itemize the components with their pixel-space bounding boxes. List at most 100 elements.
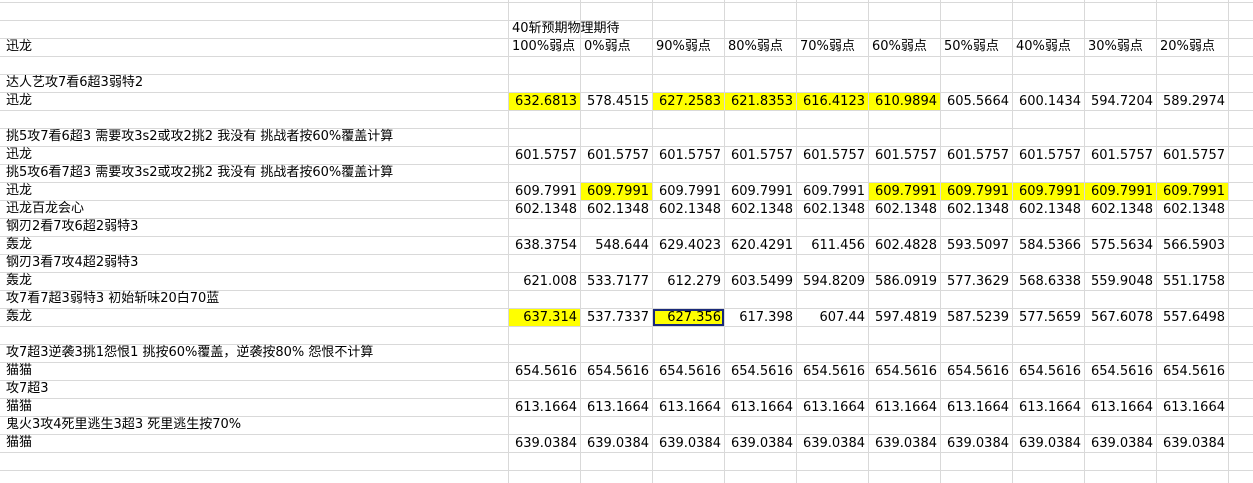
value-cell[interactable]: 612.279 bbox=[653, 273, 724, 290]
value-cell[interactable]: 548.644 bbox=[581, 237, 652, 254]
value-cell[interactable]: 597.4819 bbox=[869, 309, 940, 326]
value-cell[interactable]: 566.5903 bbox=[1157, 237, 1228, 254]
column-header[interactable]: 40%弱点 bbox=[1012, 38, 1084, 56]
row-label[interactable]: 猫猫 bbox=[6, 362, 32, 380]
row-label[interactable]: 迅龙 bbox=[6, 182, 32, 200]
column-header[interactable]: 50%弱点 bbox=[940, 38, 1012, 56]
value-cell[interactable]: 577.3629 bbox=[941, 273, 1012, 290]
value-cell[interactable]: 639.0384 bbox=[941, 435, 1012, 452]
value-cell[interactable]: 611.456 bbox=[797, 237, 868, 254]
value-cell[interactable]: 613.1664 bbox=[653, 399, 724, 416]
value-cell[interactable]: 613.1664 bbox=[941, 399, 1012, 416]
value-cell[interactable]: 613.1664 bbox=[509, 399, 580, 416]
value-cell[interactable]: 586.0919 bbox=[869, 273, 940, 290]
row-label[interactable]: 攻7看7超3弱特3 初始斩味20白70蓝 bbox=[6, 290, 219, 308]
value-cell[interactable]: 613.1664 bbox=[1013, 399, 1084, 416]
value-cell[interactable]: 602.1348 bbox=[941, 201, 1012, 218]
column-header[interactable]: 60%弱点 bbox=[868, 38, 940, 56]
value-cell[interactable]: 607.44 bbox=[797, 309, 868, 326]
column-header[interactable]: 100%弱点 bbox=[508, 38, 580, 56]
value-cell[interactable]: 594.7204 bbox=[1085, 93, 1156, 110]
column-header[interactable]: 30%弱点 bbox=[1084, 38, 1156, 56]
row-label[interactable]: 鬼火3攻4死里逃生3超3 死里逃生按70% bbox=[6, 416, 241, 434]
value-cell[interactable]: 602.1348 bbox=[653, 201, 724, 218]
column-header[interactable]: 0%弱点 bbox=[580, 38, 652, 56]
value-cell[interactable]: 568.6338 bbox=[1013, 273, 1084, 290]
value-cell[interactable]: 601.5757 bbox=[725, 147, 796, 164]
value-cell[interactable]: 638.3754 bbox=[509, 237, 580, 254]
row-label[interactable]: 轰龙 bbox=[6, 236, 32, 254]
value-cell[interactable]: 654.5616 bbox=[509, 363, 580, 380]
row-label[interactable]: 攻7超3 bbox=[6, 380, 49, 398]
value-cell[interactable]: 639.0384 bbox=[581, 435, 652, 452]
value-cell[interactable]: 601.5757 bbox=[869, 147, 940, 164]
value-cell[interactable]: 602.1348 bbox=[1085, 201, 1156, 218]
value-cell[interactable]: 551.1758 bbox=[1157, 273, 1228, 290]
value-cell[interactable]: 654.5616 bbox=[797, 363, 868, 380]
selected-cell[interactable]: 627.356 bbox=[653, 309, 724, 326]
value-cell[interactable]: 613.1664 bbox=[1157, 399, 1228, 416]
value-cell[interactable]: 632.6813 bbox=[509, 93, 580, 110]
value-cell[interactable]: 609.7991 bbox=[869, 183, 940, 200]
value-cell[interactable]: 601.5757 bbox=[941, 147, 1012, 164]
value-cell[interactable]: 609.7991 bbox=[581, 183, 652, 200]
value-cell[interactable]: 601.5757 bbox=[581, 147, 652, 164]
table-title[interactable]: 40斩预期物理期待 bbox=[508, 20, 708, 38]
row-label[interactable]: 猫猫 bbox=[6, 434, 32, 452]
value-cell[interactable]: 609.7991 bbox=[941, 183, 1012, 200]
value-cell[interactable]: 639.0384 bbox=[1157, 435, 1228, 452]
value-cell[interactable]: 654.5616 bbox=[653, 363, 724, 380]
value-cell[interactable]: 639.0384 bbox=[725, 435, 796, 452]
column-header[interactable]: 70%弱点 bbox=[796, 38, 868, 56]
value-cell[interactable]: 609.7991 bbox=[509, 183, 580, 200]
row-label[interactable]: 钢刃2看7攻6超2弱特3 bbox=[6, 218, 138, 236]
value-cell[interactable]: 629.4023 bbox=[653, 237, 724, 254]
column-header[interactable]: 80%弱点 bbox=[724, 38, 796, 56]
value-cell[interactable]: 609.7991 bbox=[1157, 183, 1228, 200]
value-cell[interactable]: 594.8209 bbox=[797, 273, 868, 290]
value-cell[interactable]: 602.1348 bbox=[1013, 201, 1084, 218]
value-cell[interactable]: 589.2974 bbox=[1157, 93, 1228, 110]
value-cell[interactable]: 537.7337 bbox=[581, 309, 652, 326]
value-cell[interactable]: 602.1348 bbox=[509, 201, 580, 218]
value-cell[interactable]: 602.1348 bbox=[797, 201, 868, 218]
row-label[interactable]: 攻7超3逆袭3挑1怨恨1 挑按60%覆盖，逆袭按80% 怨恨不计算 bbox=[6, 344, 373, 362]
value-cell[interactable]: 602.1348 bbox=[581, 201, 652, 218]
value-cell[interactable]: 613.1664 bbox=[725, 399, 796, 416]
value-cell[interactable]: 627.2583 bbox=[653, 93, 724, 110]
value-cell[interactable]: 620.4291 bbox=[725, 237, 796, 254]
value-cell[interactable]: 575.5634 bbox=[1085, 237, 1156, 254]
value-cell[interactable]: 533.7177 bbox=[581, 273, 652, 290]
value-cell[interactable]: 601.5757 bbox=[797, 147, 868, 164]
value-cell[interactable]: 609.7991 bbox=[1085, 183, 1156, 200]
column-header[interactable]: 90%弱点 bbox=[652, 38, 724, 56]
value-cell[interactable]: 577.5659 bbox=[1013, 309, 1084, 326]
row-label[interactable]: 钢刃3看7攻4超2弱特3 bbox=[6, 254, 138, 272]
value-cell[interactable]: 639.0384 bbox=[1013, 435, 1084, 452]
row-label[interactable]: 挑5攻7看6超3 需要攻3s2或攻2挑2 我没有 挑战者按60%覆盖计算 bbox=[6, 128, 393, 146]
value-cell[interactable]: 593.5097 bbox=[941, 237, 1012, 254]
value-cell[interactable]: 567.6078 bbox=[1085, 309, 1156, 326]
value-cell[interactable]: 601.5757 bbox=[509, 147, 580, 164]
value-cell[interactable]: 601.5757 bbox=[653, 147, 724, 164]
value-cell[interactable]: 613.1664 bbox=[869, 399, 940, 416]
value-cell[interactable]: 616.4123 bbox=[797, 93, 868, 110]
value-cell[interactable]: 654.5616 bbox=[941, 363, 1012, 380]
value-cell[interactable]: 605.5664 bbox=[941, 93, 1012, 110]
value-cell[interactable]: 639.0384 bbox=[1085, 435, 1156, 452]
value-cell[interactable]: 609.7991 bbox=[653, 183, 724, 200]
spreadsheet-grid[interactable]: 40斩预期物理期待 100%弱点 0%弱点 90%弱点 80%弱点 70%弱点 60%弱点… bbox=[0, 0, 1253, 483]
value-cell[interactable]: 654.5616 bbox=[869, 363, 940, 380]
row-label[interactable]: 达人艺攻7看6超3弱特2 bbox=[6, 74, 143, 92]
row-label[interactable]: 轰龙 bbox=[6, 272, 32, 290]
value-cell[interactable]: 639.0384 bbox=[869, 435, 940, 452]
row-label[interactable]: 迅龙百龙会心 bbox=[6, 200, 84, 218]
value-cell[interactable]: 621.008 bbox=[509, 273, 580, 290]
value-cell[interactable]: 602.1348 bbox=[1157, 201, 1228, 218]
value-cell[interactable]: 654.5616 bbox=[581, 363, 652, 380]
value-cell[interactable]: 559.9048 bbox=[1085, 273, 1156, 290]
value-cell[interactable]: 601.5757 bbox=[1085, 147, 1156, 164]
value-cell[interactable]: 609.7991 bbox=[725, 183, 796, 200]
value-cell[interactable]: 637.314 bbox=[509, 309, 580, 326]
row-label[interactable]: 迅龙 bbox=[6, 92, 32, 110]
